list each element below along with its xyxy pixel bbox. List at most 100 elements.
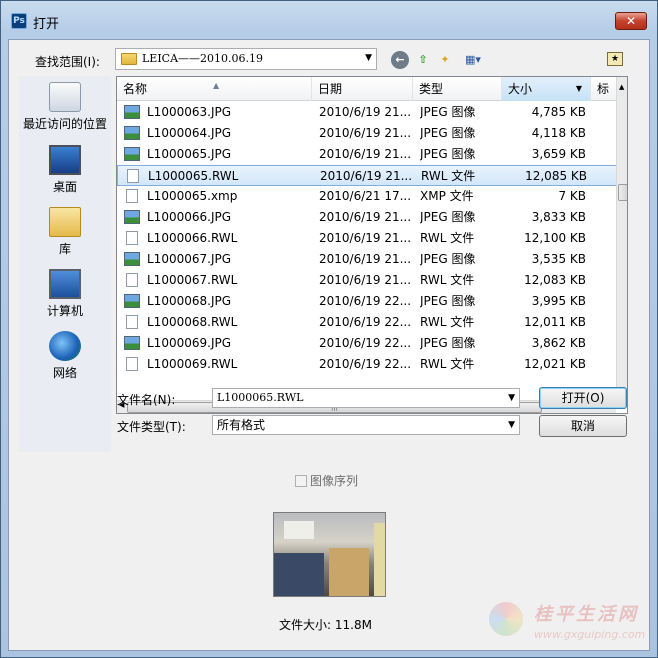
dialog-body: 查找范围(I): LEICA——2010.06.19 ▼ ← ⇧ ✦ ▦▾ ★ … <box>8 39 650 651</box>
file-row[interactable]: L1000069.JPG 2010/6/19 22... JPEG 图像 3,862 … <box>117 333 617 354</box>
watermark-text: 桂平生活网 <box>534 604 639 625</box>
file-size: 12,085 KB <box>525 169 587 183</box>
file-row[interactable]: L1000065.RWL 2010/6/19 21... RWL 文件 12,085 … <box>117 165 617 186</box>
file-row[interactable]: L1000063.JPG 2010/6/19 21... JPEG 图像 4,785 … <box>117 102 617 123</box>
file-row[interactable]: L1000068.RWL 2010/6/19 22... RWL 文件 12,011 … <box>117 312 617 333</box>
file-name: L1000067.JPG <box>147 252 232 266</box>
file-date: 2010/6/19 21... <box>319 273 412 287</box>
file-row[interactable]: L1000067.JPG 2010/6/19 21... JPEG 图像 3,535 … <box>117 249 617 270</box>
file-size: 4,118 KB <box>531 126 586 140</box>
file-row[interactable]: L1000067.RWL 2010/6/19 21... RWL 文件 12,083 … <box>117 270 617 291</box>
document-file-icon <box>126 273 138 287</box>
column-header-row: 名称 ▲ 日期 类型 大小 ▼ 标 <box>117 77 617 101</box>
filename-input[interactable]: L1000065.RWL ▼ <box>212 388 520 408</box>
filename-label: 文件名(N): <box>117 393 176 407</box>
column-header-size[interactable]: 大小 ▼ <box>502 77 591 101</box>
open-dialog-window: Ps 打开 ✕ 查找范围(I): LEICA——2010.06.19 ▼ ← ⇧… <box>0 0 658 658</box>
file-row[interactable]: L1000065.JPG 2010/6/19 21... JPEG 图像 3,659 … <box>117 144 617 165</box>
close-button[interactable]: ✕ <box>615 12 647 30</box>
file-date: 2010/6/19 21... <box>319 147 412 161</box>
document-file-icon <box>126 357 138 371</box>
lookin-dropdown[interactable]: LEICA——2010.06.19 ▼ <box>115 48 377 70</box>
file-name: L1000069.RWL <box>147 357 238 371</box>
chevron-down-icon[interactable]: ▼ <box>508 416 515 434</box>
image-file-icon <box>124 105 140 119</box>
chevron-down-icon[interactable]: ▼ <box>365 53 372 63</box>
file-size: 12,100 KB <box>524 231 586 245</box>
file-type: JPEG 图像 <box>420 252 476 266</box>
up-folder-button[interactable]: ⇧ <box>414 51 432 69</box>
file-type: RWL 文件 <box>420 315 475 329</box>
file-date: 2010/6/19 21... <box>319 252 412 266</box>
vertical-scrollbar[interactable]: ▲ ▼ <box>616 77 627 401</box>
file-name: L1000063.JPG <box>147 105 232 119</box>
column-header-name[interactable]: 名称 ▲ <box>117 77 312 101</box>
file-type: JPEG 图像 <box>420 105 476 119</box>
image-file-icon <box>124 252 140 266</box>
place-label: 最近访问的位置 <box>22 117 107 131</box>
column-name-label: 名称 <box>123 82 148 96</box>
file-name: L1000065.xmp <box>147 189 238 203</box>
column-header-tags[interactable]: 标 <box>591 77 617 101</box>
open-button[interactable]: 打开(O) <box>539 387 627 409</box>
file-row[interactable]: L1000066.RWL 2010/6/19 21... RWL 文件 12,100 … <box>117 228 617 249</box>
file-row[interactable]: L1000068.JPG 2010/6/19 22... JPEG 图像 3,995 … <box>117 291 617 312</box>
place-network[interactable]: 网络 <box>19 331 111 381</box>
column-size-label: 大小 <box>508 82 533 96</box>
file-size: 3,995 KB <box>531 294 586 308</box>
places-bar: 最近访问的位置 桌面 库 计算机 网络 <box>19 76 111 452</box>
title-bar: Ps 打开 ✕ <box>1 1 657 39</box>
file-name: L1000068.JPG <box>147 294 232 308</box>
recent-places-icon <box>49 82 81 112</box>
file-size: 12,011 KB <box>524 315 586 329</box>
scroll-up-icon[interactable]: ▲ <box>619 83 624 91</box>
libraries-icon <box>49 207 81 237</box>
back-button[interactable]: ← <box>391 51 409 69</box>
file-size: 3,833 KB <box>531 210 586 224</box>
image-preview <box>273 512 386 597</box>
sort-ascending-icon: ▲ <box>213 81 220 90</box>
file-date: 2010/6/19 22... <box>319 315 412 329</box>
place-label: 桌面 <box>52 180 77 194</box>
column-header-date[interactable]: 日期 <box>312 77 413 101</box>
file-row[interactable]: L1000064.JPG 2010/6/19 21... JPEG 图像 4,118 … <box>117 123 617 144</box>
file-type: JPEG 图像 <box>420 210 476 224</box>
file-row[interactable]: L1000069.RWL 2010/6/19 22... RWL 文件 12,021 … <box>117 354 617 375</box>
place-label: 库 <box>58 242 71 256</box>
file-size: 7 KB <box>558 189 586 203</box>
image-sequence-option: 图像序列 <box>295 472 358 489</box>
file-date: 2010/6/19 22... <box>319 357 412 371</box>
file-row[interactable]: L1000065.xmp 2010/6/21 17... XMP 文件 7 KB <box>117 186 617 207</box>
file-size: 3,659 KB <box>531 147 586 161</box>
image-file-icon <box>124 294 140 308</box>
chevron-down-icon[interactable]: ▼ <box>508 389 515 407</box>
filetype-select[interactable]: 所有格式 ▼ <box>212 415 520 435</box>
file-name: L1000065.JPG <box>147 147 232 161</box>
favorite-icon[interactable]: ★ <box>607 52 623 66</box>
desktop-icon <box>49 145 81 175</box>
new-folder-button[interactable]: ✦ <box>436 51 454 69</box>
window-title: 打开 <box>33 17 60 32</box>
file-list[interactable]: 名称 ▲ 日期 类型 大小 ▼ 标 L1000063.JPG 2010/6/19 … <box>116 76 628 414</box>
scrollbar-thumb[interactable] <box>618 184 627 201</box>
cancel-button[interactable]: 取消 <box>539 415 627 437</box>
watermark-logo-icon <box>489 602 523 636</box>
file-date: 2010/6/19 21... <box>319 210 412 224</box>
watermark: 桂平生活网 www.gxguiping.com <box>479 600 658 650</box>
file-size: 4,785 KB <box>531 105 586 119</box>
file-date: 2010/6/21 17... <box>319 189 412 203</box>
file-size: 12,021 KB <box>524 357 586 371</box>
place-computer[interactable]: 计算机 <box>19 269 111 319</box>
file-row[interactable]: L1000066.JPG 2010/6/19 21... JPEG 图像 3,833 … <box>117 207 617 228</box>
place-recent[interactable]: 最近访问的位置 <box>19 82 111 132</box>
column-header-type[interactable]: 类型 <box>413 77 502 101</box>
file-type: RWL 文件 <box>420 273 475 287</box>
chevron-down-icon[interactable]: ▼ <box>576 77 582 101</box>
place-desktop[interactable]: 桌面 <box>19 145 111 195</box>
place-label: 网络 <box>52 366 77 380</box>
image-file-icon <box>124 147 140 161</box>
place-libraries[interactable]: 库 <box>19 207 111 257</box>
file-name: L1000069.JPG <box>147 336 232 350</box>
view-menu-button[interactable]: ▦▾ <box>460 51 486 69</box>
file-name: L1000066.JPG <box>147 210 232 224</box>
